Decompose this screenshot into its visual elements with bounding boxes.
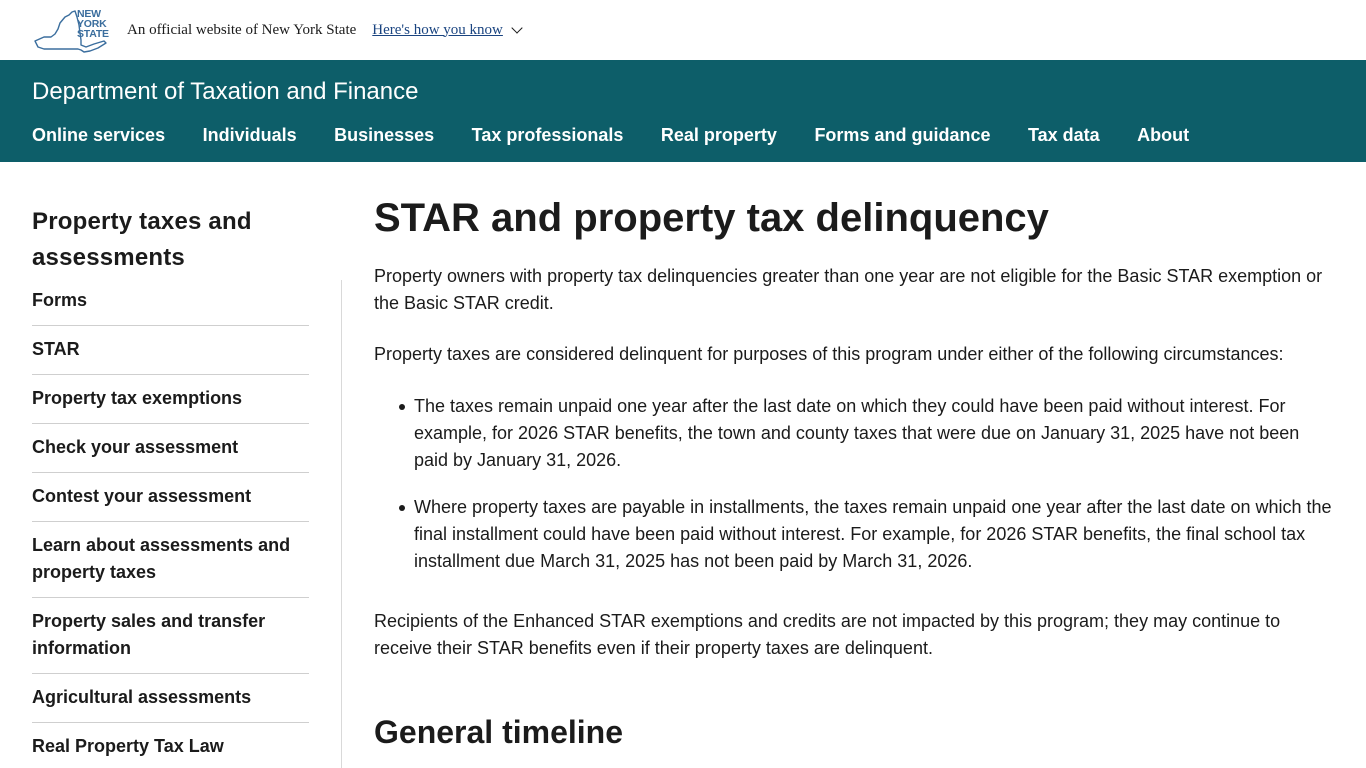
sidebar-nav: Forms STAR Property tax exemptions Check… [32, 277, 309, 768]
nav-about[interactable]: About [1137, 125, 1189, 146]
nav-real-property[interactable]: Real property [661, 125, 777, 146]
sidebar-item-property-sales[interactable]: Property sales and transfer information [32, 598, 309, 674]
main-nav: Online services Individuals Businesses T… [32, 125, 1366, 146]
how-you-know-link[interactable]: Here's how you know [372, 21, 523, 39]
sidebar: Property taxes and assessments Forms STA… [0, 162, 342, 768]
sidebar-item-real-property-tax-law[interactable]: Real Property Tax Law [32, 723, 309, 768]
department-title[interactable]: Department of Taxation and Finance [32, 60, 1366, 105]
logo-text-state: STATE [77, 28, 109, 40]
circumstances-paragraph: Property taxes are considered delinquent… [374, 344, 1284, 364]
list-item: Where property taxes are payable in inst… [399, 494, 1334, 575]
sidebar-item-contest-assessment[interactable]: Contest your assessment [32, 473, 309, 522]
site-header: Department of Taxation and Finance Onlin… [0, 60, 1366, 162]
chevron-down-icon [511, 22, 523, 34]
nav-tax-professionals[interactable]: Tax professionals [472, 125, 624, 146]
sidebar-item-check-assessment[interactable]: Check your assessment [32, 424, 309, 473]
official-website-text: An official website of New York State [127, 21, 357, 38]
nav-individuals[interactable]: Individuals [203, 125, 297, 146]
nys-logo[interactable]: NEW YORK STATE [34, 7, 110, 53]
main-content: STAR and property tax delinquency Proper… [342, 162, 1342, 768]
nav-online-services[interactable]: Online services [32, 125, 165, 146]
sidebar-divider [341, 280, 342, 768]
how-you-know-label: Here's how you know [372, 21, 503, 38]
enhanced-star-paragraph: Recipients of the Enhanced STAR exemptio… [374, 611, 1281, 658]
page-body: Property taxes and assessments Forms STA… [0, 162, 1366, 768]
sidebar-title: Property taxes and assessments [32, 208, 252, 271]
nav-forms-and-guidance[interactable]: Forms and guidance [814, 125, 990, 146]
sidebar-item-learn-assessments[interactable]: Learn about assessments and property tax… [32, 522, 309, 598]
official-banner: NEW YORK STATE An official website of Ne… [0, 0, 1366, 60]
sidebar-item-property-tax-exemptions[interactable]: Property tax exemptions [32, 375, 309, 424]
sidebar-item-star[interactable]: STAR [32, 326, 309, 375]
nav-businesses[interactable]: Businesses [334, 125, 434, 146]
nys-logo-text: NEW YORK STATE [77, 9, 109, 40]
sidebar-item-forms[interactable]: Forms [32, 277, 309, 326]
intro-paragraph: Property owners with property tax delinq… [374, 266, 1323, 313]
list-item: The taxes remain unpaid one year after t… [399, 393, 1334, 474]
nav-tax-data[interactable]: Tax data [1028, 125, 1100, 146]
section-title-general-timeline: General timeline [374, 714, 623, 750]
sidebar-item-agricultural-assessments[interactable]: Agricultural assessments [32, 674, 309, 723]
page-title: STAR and property tax delinquency [374, 196, 1049, 240]
circumstances-list: The taxes remain unpaid one year after t… [399, 393, 1334, 575]
